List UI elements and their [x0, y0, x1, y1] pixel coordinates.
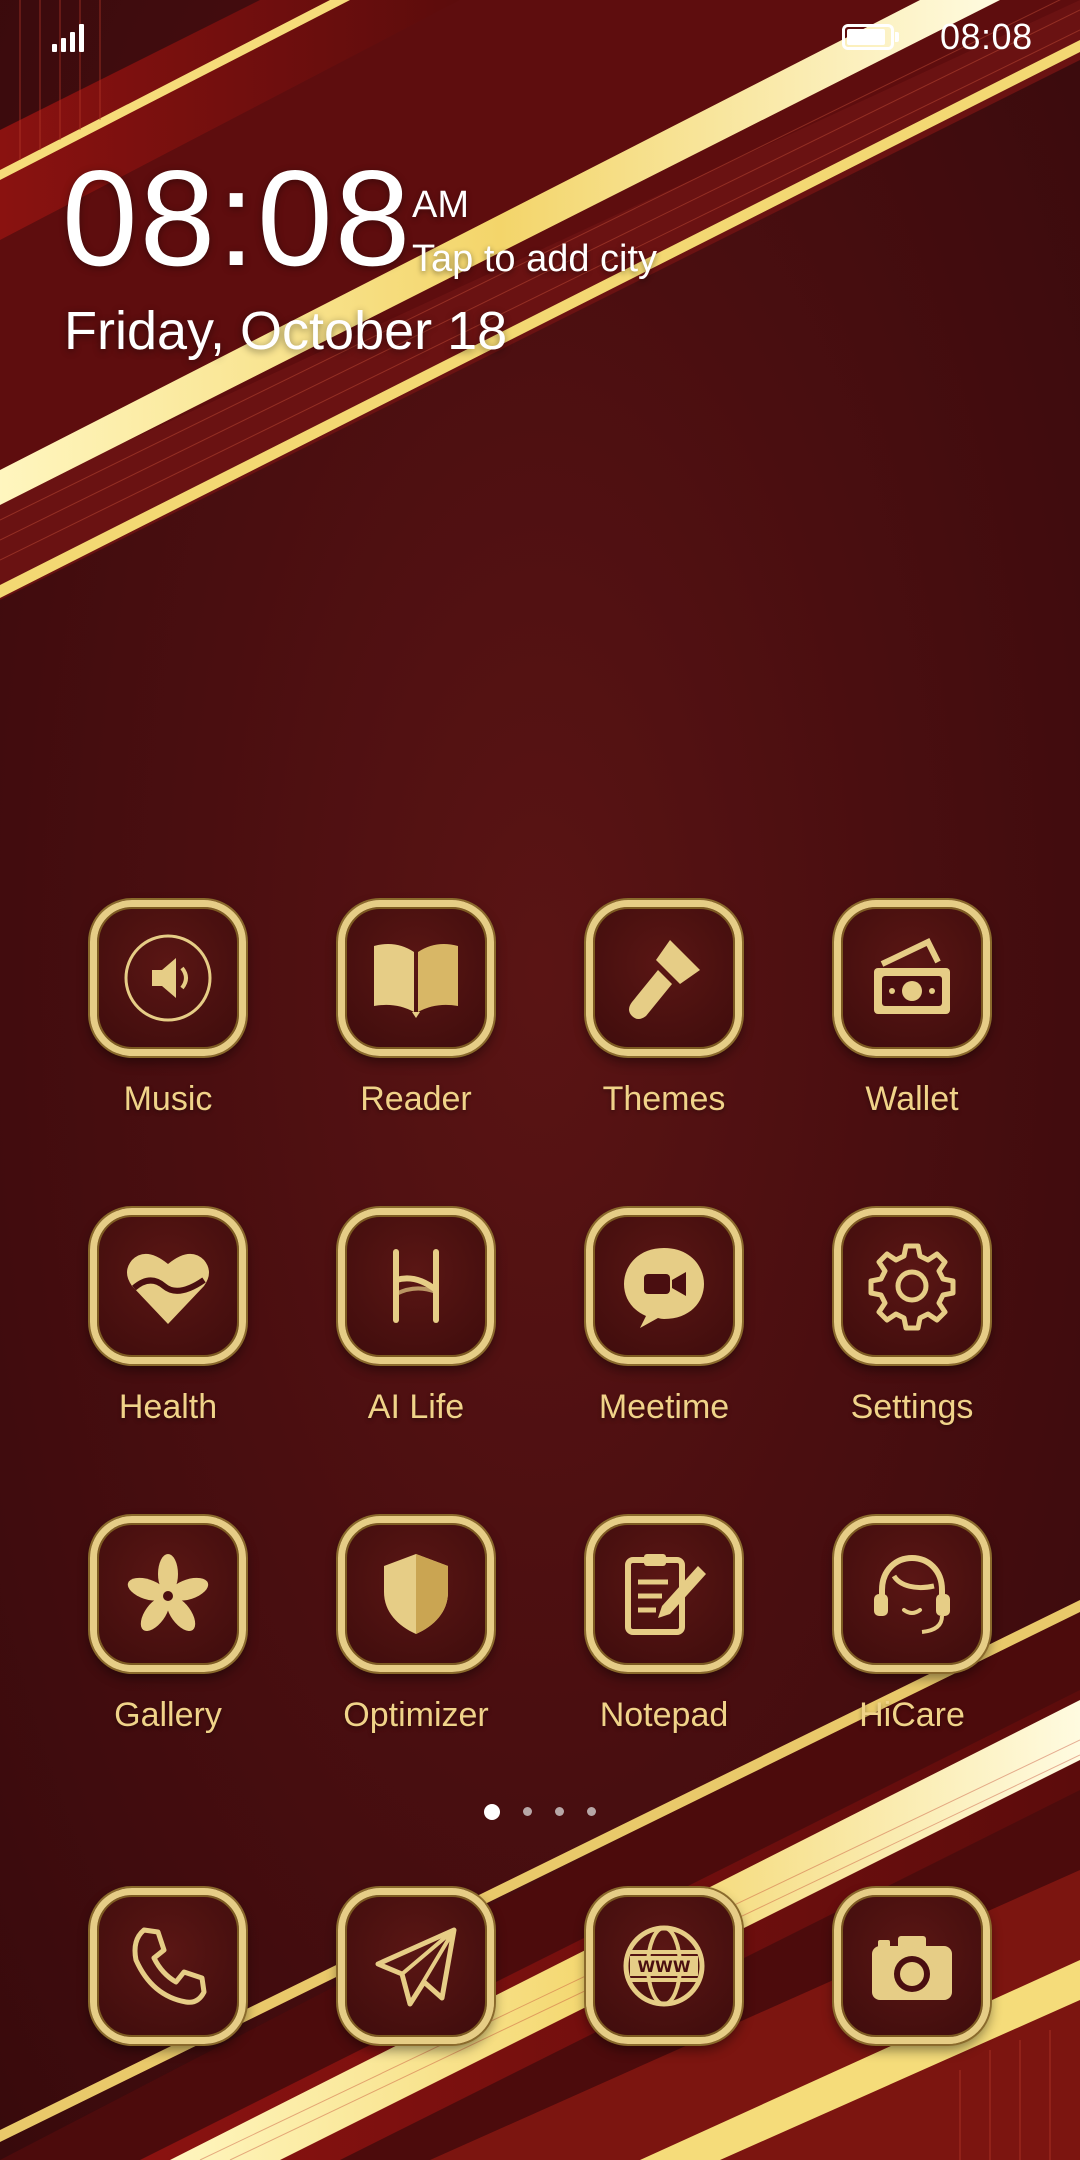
phone-icon — [132, 1927, 207, 2005]
app-music[interactable]: Music — [68, 900, 268, 1140]
clock-date[interactable]: Friday, October 18 — [64, 300, 507, 362]
ai-life-icon — [393, 1249, 439, 1323]
app-icon-frame[interactable] — [90, 1516, 246, 1672]
clock-ampm: AM — [412, 184, 469, 226]
app-icon-frame[interactable] — [586, 1208, 742, 1364]
page-indicator[interactable] — [480, 1802, 600, 1822]
app-label: Optimizer — [343, 1696, 489, 1734]
signal-bars-icon — [52, 18, 92, 52]
app-health[interactable]: Health — [68, 1208, 268, 1448]
page-dot[interactable] — [555, 1807, 564, 1816]
headset-icon — [874, 1554, 950, 1634]
app-notepad[interactable]: Notepad — [564, 1516, 764, 1756]
dock-messaging[interactable] — [316, 1888, 516, 2128]
open-book-icon — [374, 944, 458, 1018]
page-dot[interactable] — [587, 1807, 596, 1816]
speaker-icon — [124, 934, 212, 1022]
app-ai-life[interactable]: AI Life — [316, 1208, 516, 1448]
status-time: 08:08 — [940, 16, 1033, 57]
app-icon-frame[interactable] — [90, 1208, 246, 1364]
video-chat-icon — [624, 1248, 704, 1328]
paper-plane-icon — [375, 1927, 457, 2007]
app-optimizer[interactable]: Optimizer — [316, 1516, 516, 1756]
app-wallet[interactable]: Wallet — [812, 900, 1012, 1140]
page-dot[interactable] — [523, 1807, 532, 1816]
page-dot-active[interactable] — [484, 1804, 500, 1820]
app-hicare[interactable]: HiCare — [812, 1516, 1012, 1756]
app-icon-frame[interactable] — [338, 900, 494, 1056]
app-label: AI Life — [367, 1388, 465, 1426]
shield-icon — [384, 1554, 448, 1634]
dock-browser[interactable]: WWW — [564, 1888, 764, 2128]
app-icon-frame[interactable] — [90, 1888, 246, 2044]
app-label: Music — [123, 1080, 213, 1118]
app-icon-frame[interactable] — [338, 1516, 494, 1672]
app-icon-frame[interactable] — [586, 1516, 742, 1672]
app-settings[interactable]: Settings — [812, 1208, 1012, 1448]
paintbrush-icon — [629, 940, 700, 1019]
app-label: Reader — [360, 1080, 472, 1118]
app-gallery[interactable]: Gallery — [68, 1516, 268, 1756]
app-icon-frame[interactable] — [834, 1888, 990, 2044]
app-label: HiCare — [859, 1696, 965, 1734]
app-label: Notepad — [599, 1696, 729, 1734]
app-label: Meetime — [598, 1388, 730, 1426]
app-meetime[interactable]: Meetime — [564, 1208, 764, 1448]
app-label: Health — [118, 1388, 218, 1426]
app-icon-frame[interactable] — [338, 1208, 494, 1364]
app-label: Themes — [602, 1080, 726, 1118]
app-icon-frame[interactable] — [586, 900, 742, 1056]
heart-icon — [127, 1253, 209, 1324]
clock-time[interactable]: 08:08 — [62, 150, 412, 286]
status-bar: 08:08 — [0, 0, 1080, 72]
app-icon-frame[interactable] — [90, 900, 246, 1056]
add-city-prompt[interactable]: Tap to add city — [412, 238, 657, 281]
svg-text:WWW: WWW — [638, 1957, 691, 1976]
app-icon-frame[interactable] — [834, 1208, 990, 1364]
app-themes[interactable]: Themes — [564, 900, 764, 1140]
app-label: Gallery — [114, 1696, 222, 1734]
app-icon-frame[interactable] — [338, 1888, 494, 2044]
camera-icon — [872, 1936, 952, 2000]
flower-icon — [127, 1554, 209, 1632]
app-reader[interactable]: Reader — [316, 900, 516, 1140]
app-label: Settings — [850, 1388, 974, 1426]
globe-www-icon: WWW — [623, 1925, 705, 2007]
gear-icon — [868, 1243, 956, 1331]
battery-full-icon — [842, 24, 899, 50]
app-label: Wallet — [865, 1080, 959, 1118]
dock-camera[interactable] — [812, 1888, 1012, 2128]
dock-phone[interactable] — [68, 1888, 268, 2128]
app-icon-frame[interactable] — [834, 900, 990, 1056]
app-icon-frame[interactable]: WWW — [586, 1888, 742, 2044]
wallet-cash-icon — [874, 938, 950, 1014]
notepad-pencil-icon — [625, 1554, 706, 1635]
app-icon-frame[interactable] — [834, 1516, 990, 1672]
